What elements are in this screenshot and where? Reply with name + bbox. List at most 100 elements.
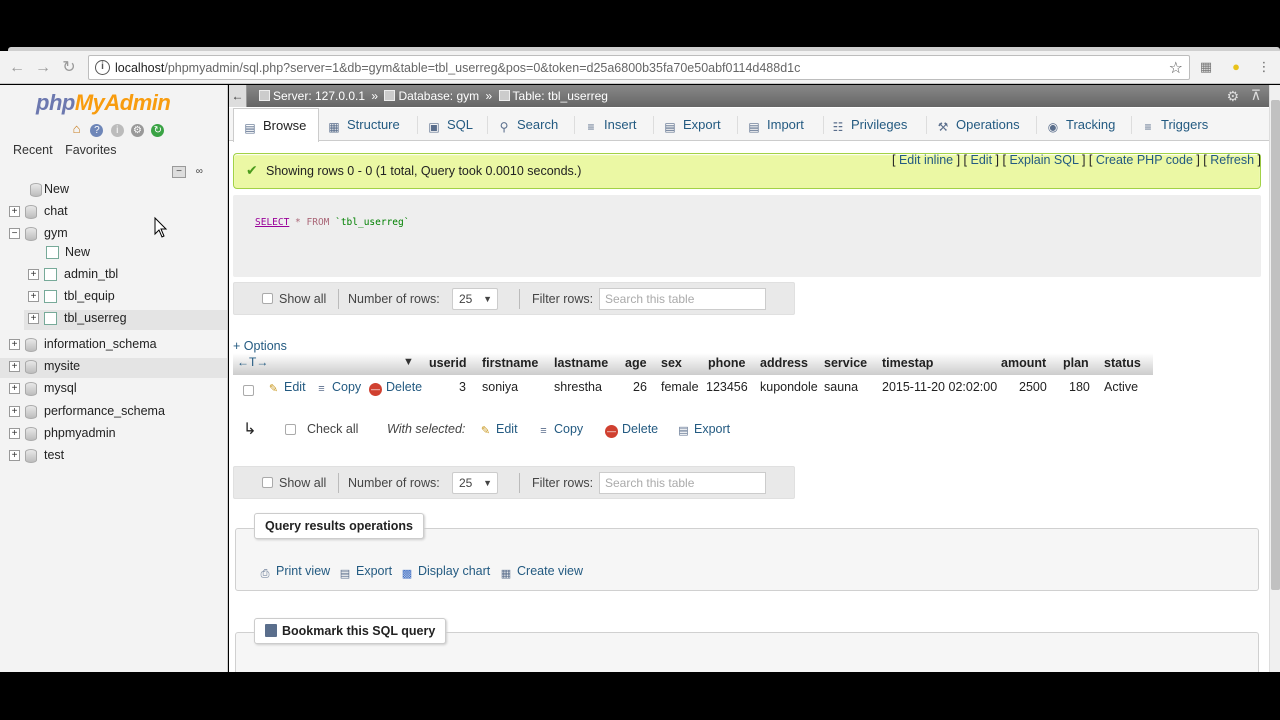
tree-item-tbl-userreg[interactable]: + tbl_userreg <box>24 310 227 330</box>
sql-query-text[interactable]: SELECT * FROM `tbl_userreg` <box>255 217 409 228</box>
col-header-service[interactable]: service <box>824 356 867 370</box>
check-all-checkbox[interactable] <box>285 424 296 435</box>
row-edit-button[interactable]: ✎ Edit <box>267 380 306 396</box>
with-selected-export-button[interactable]: ▤ Export <box>677 422 730 438</box>
tree-item-mysql[interactable]: + mysql <box>9 380 219 400</box>
breadcrumb-server[interactable]: Server: 127.0.0.1 <box>273 89 365 103</box>
tab-tracking[interactable]: ◉ Tracking <box>1046 108 1116 141</box>
expand-icon[interactable]: + <box>28 291 39 302</box>
collapse-icon[interactable]: − <box>9 228 20 239</box>
expand-icon[interactable]: + <box>9 406 20 417</box>
expand-icon[interactable]: + <box>9 383 20 394</box>
tab-sql[interactable]: ▣ SQL <box>427 108 473 141</box>
forward-arrow-icon[interactable]: → <box>32 57 54 79</box>
col-header-phone[interactable]: phone <box>708 356 746 370</box>
tab-triggers[interactable]: ≡ Triggers <box>1141 108 1208 141</box>
tree-item-new[interactable]: New <box>14 181 214 201</box>
edit-inline-link[interactable]: Edit inline <box>899 153 953 167</box>
rows-select[interactable]: 25 ▼ <box>452 472 498 494</box>
row-checkbox[interactable] <box>243 385 254 396</box>
row-delete-button[interactable]: — Delete <box>369 380 422 396</box>
col-header-amount[interactable]: amount <box>1001 356 1046 370</box>
check-all-label[interactable]: Check all <box>307 422 358 436</box>
tree-item-tbl-equip[interactable]: + tbl_equip <box>28 288 220 308</box>
settings-icon[interactable]: ⚙ <box>131 124 145 137</box>
col-header-timestap[interactable]: timestap <box>882 356 933 370</box>
gear-icon[interactable]: ⚙ <box>1226 88 1239 105</box>
tree-item-test[interactable]: + test <box>9 447 219 467</box>
with-selected-copy-button[interactable]: ≡ Copy <box>537 422 583 438</box>
bookmark-star-icon[interactable]: ☆ <box>1169 58 1183 78</box>
tree-item-performance-schema[interactable]: + performance_schema <box>9 403 219 423</box>
filter-rows-input[interactable]: Search this table <box>599 288 766 310</box>
info-doc-icon[interactable]: i <box>110 124 124 137</box>
explain-sql-link[interactable]: Explain SQL <box>1009 153 1078 167</box>
show-all-checkbox[interactable] <box>262 293 273 304</box>
tab-operations[interactable]: ⚒ Operations <box>936 108 1020 141</box>
sql-keyword-select[interactable]: SELECT <box>255 217 289 228</box>
tree-item-gym-new[interactable]: New <box>30 244 220 264</box>
reload-icon[interactable]: ↻ <box>58 57 80 79</box>
tab-privileges[interactable]: ☷ Privileges <box>831 108 908 141</box>
print-view-link[interactable]: ⎙ Print view <box>258 564 331 581</box>
scrollbar-thumb[interactable] <box>1271 100 1280 590</box>
col-header-lastname[interactable]: lastname <box>554 356 608 370</box>
tree-item-admin-tbl[interactable]: + admin_tbl <box>28 266 220 286</box>
tab-insert[interactable]: ≡ Insert <box>584 108 636 141</box>
expand-icon[interactable]: + <box>9 428 20 439</box>
browser-menu-icon[interactable]: ⋮ <box>1256 59 1272 75</box>
expand-icon[interactable]: + <box>9 339 20 350</box>
reload-nav-icon[interactable]: ↻ <box>151 124 165 137</box>
refresh-link[interactable]: Refresh <box>1210 153 1254 167</box>
docs-icon[interactable]: ? <box>90 124 104 137</box>
nav-tab-recent[interactable]: Recent <box>13 143 53 157</box>
breadcrumb-database[interactable]: Database: gym <box>398 89 479 103</box>
col-header-firstname[interactable]: firstname <box>482 356 538 370</box>
col-header-userid[interactable]: userid <box>429 356 467 370</box>
col-header-status[interactable]: status <box>1104 356 1141 370</box>
tab-export[interactable]: ▤ Export <box>663 108 720 141</box>
collapse-all-icon[interactable]: − <box>172 166 186 178</box>
filter-rows-input[interactable]: Search this table <box>599 472 766 494</box>
phpmyadmin-logo[interactable]: phpMyAdmin <box>36 90 171 116</box>
link-icon[interactable]: ∞ <box>192 167 206 179</box>
scrollbar[interactable] <box>1269 85 1280 672</box>
col-header-age[interactable]: age <box>625 356 647 370</box>
edit-link[interactable]: Edit <box>971 153 993 167</box>
tab-structure[interactable]: ▦ Structure <box>327 108 399 141</box>
extension-icon[interactable]: ▦ <box>1198 59 1214 75</box>
create-php-code-link[interactable]: Create PHP code <box>1096 153 1193 167</box>
tree-item-mysite[interactable]: + mysite <box>0 358 227 378</box>
expand-icon[interactable]: + <box>9 206 20 217</box>
collapse-nav-arrow-icon[interactable]: ← <box>229 85 247 107</box>
expand-icon[interactable]: + <box>9 450 20 461</box>
breadcrumb-table[interactable]: Table: tbl_userreg <box>513 89 608 103</box>
tree-item-phpmyadmin[interactable]: + phpmyadmin <box>9 425 219 445</box>
tree-item-information-schema[interactable]: + information_schema <box>9 336 219 356</box>
back-arrow-icon[interactable]: ← <box>6 57 28 79</box>
col-header-address[interactable]: address <box>760 356 808 370</box>
collapse-top-icon[interactable]: ⊼ <box>1251 87 1261 104</box>
row-copy-button[interactable]: ≡ Copy <box>315 380 361 396</box>
tab-search[interactable]: ⚲ Search <box>497 108 559 141</box>
sort-arrow-icon[interactable]: ▼ <box>403 356 414 368</box>
expand-icon[interactable]: + <box>9 361 20 372</box>
with-selected-edit-button[interactable]: ✎ Edit <box>479 422 518 438</box>
tree-item-gym[interactable]: − gym <box>9 225 219 245</box>
tree-item-chat[interactable]: + chat <box>9 203 219 223</box>
create-view-link[interactable]: ▦ Create view <box>499 564 583 581</box>
rows-select[interactable]: 25 ▼ <box>452 288 498 310</box>
with-selected-delete-button[interactable]: — Delete <box>605 422 658 438</box>
display-chart-link[interactable]: ▩ Display chart <box>400 564 490 581</box>
tab-browse[interactable]: ▤ Browse <box>233 108 319 142</box>
home-icon[interactable]: ⌂ <box>70 122 83 135</box>
nav-tab-favorites[interactable]: Favorites <box>65 143 116 157</box>
lightbulb-icon[interactable]: ● <box>1228 59 1244 75</box>
tab-import[interactable]: ▤ Import <box>747 108 804 141</box>
col-header-plan[interactable]: plan <box>1063 356 1089 370</box>
options-link[interactable]: + Options <box>233 339 287 353</box>
show-all-checkbox[interactable] <box>262 477 273 488</box>
expand-icon[interactable]: + <box>28 313 39 324</box>
col-header-sex[interactable]: sex <box>661 356 682 370</box>
info-icon[interactable]: i <box>95 60 110 75</box>
